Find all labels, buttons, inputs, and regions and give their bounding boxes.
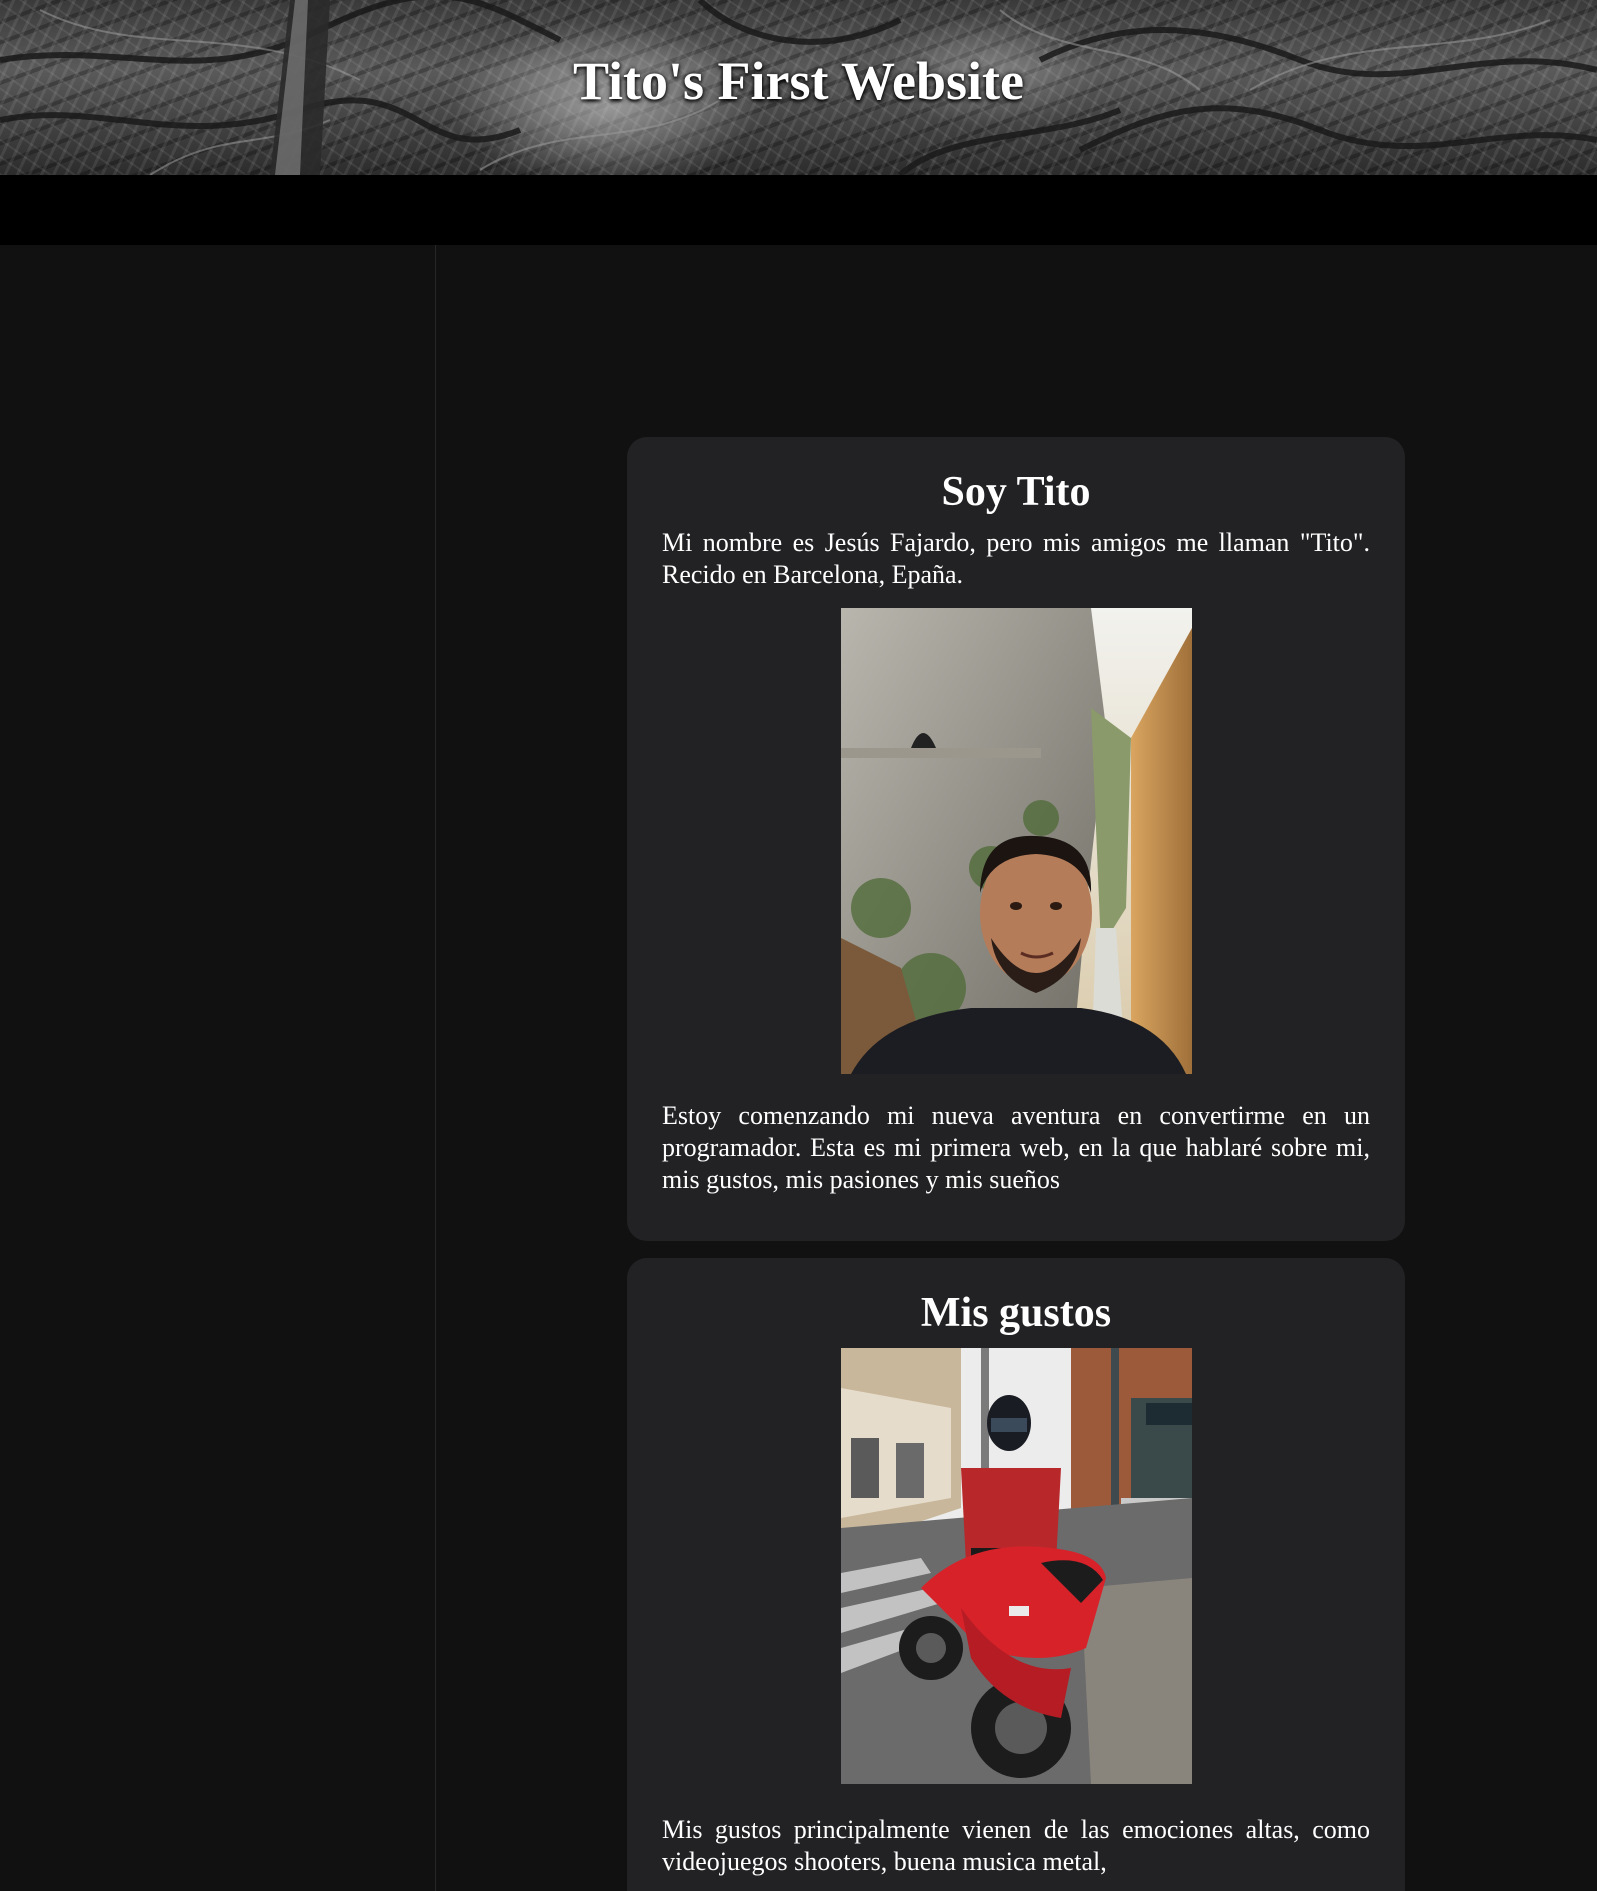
about-heading: Soy Tito — [941, 469, 1091, 515]
sidebar — [0, 245, 436, 1891]
about-intro-text: Mi nombre es Jesús Fajardo, pero mis ami… — [662, 528, 1370, 589]
main-content: Soy Tito Mi nombre es Jesús Fajardo, per… — [436, 245, 1597, 1891]
likes-card: Mis gustos Mis gustos principalmente vie… — [627, 1258, 1405, 1891]
likes-body-text: Mis gustos principalmente vienen de las … — [662, 1815, 1370, 1876]
navbar — [0, 175, 1597, 245]
motorcycle-photo — [840, 1348, 1192, 1784]
header-banner: Tito's First Website — [0, 0, 1597, 175]
likes-heading: Mis gustos — [920, 1290, 1112, 1336]
about-body-text: Estoy comenzando mi nueva aventura en co… — [662, 1101, 1370, 1194]
page: Tito's First Website Soy Tito Mi nombre … — [0, 0, 1597, 1891]
about-card: Soy Tito Mi nombre es Jesús Fajardo, per… — [627, 437, 1405, 1241]
site-title: Tito's First Website — [572, 51, 1024, 111]
selfie-canyon-photo — [840, 608, 1192, 1074]
